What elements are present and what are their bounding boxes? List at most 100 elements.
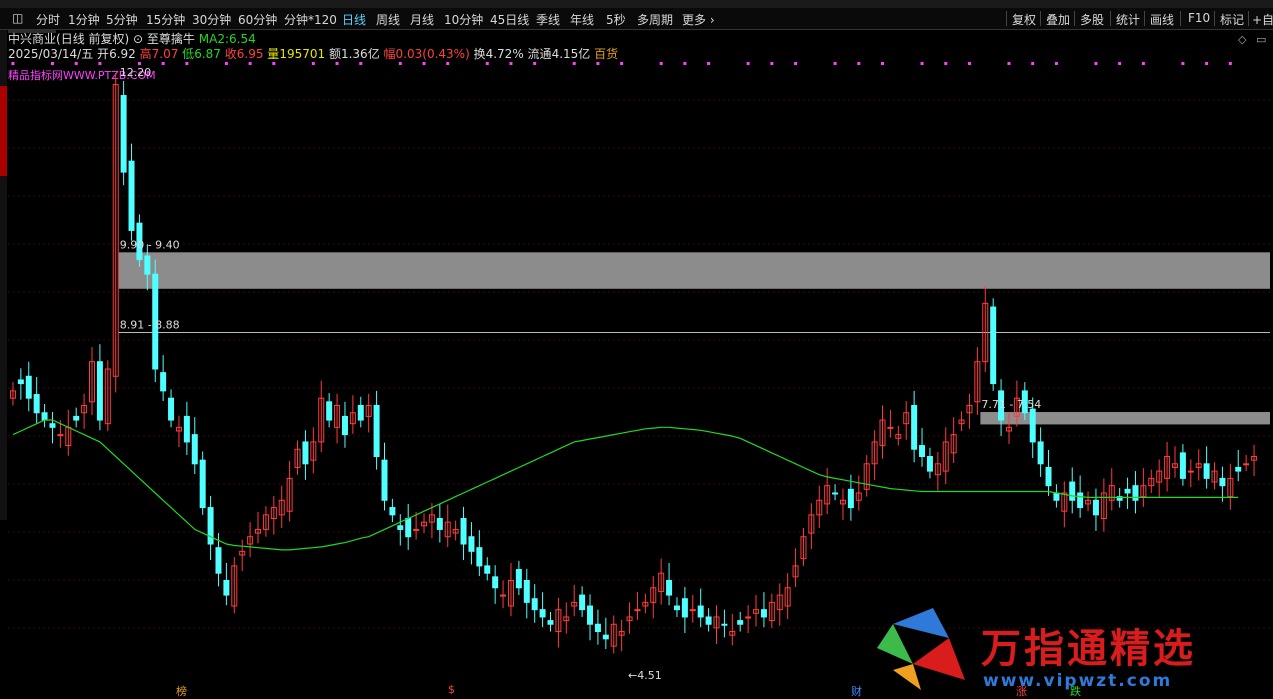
candle-body xyxy=(602,634,609,640)
zone3-label: 7.71 - 7.54 xyxy=(981,398,1041,411)
candle-body xyxy=(33,394,40,414)
candle-body xyxy=(1243,463,1250,466)
signal-dot xyxy=(50,62,54,65)
signal-dot xyxy=(335,62,339,65)
candle-body xyxy=(17,379,24,385)
signal-dot xyxy=(248,62,252,65)
candle-body xyxy=(531,598,538,611)
signal-dot xyxy=(485,62,489,65)
candle-body xyxy=(1235,466,1242,472)
candle-body xyxy=(579,594,586,611)
candle-body xyxy=(484,565,491,574)
candle-body xyxy=(539,609,546,618)
candle-body xyxy=(594,623,601,633)
zone2-label: 8.91 - 8.88 xyxy=(120,319,180,332)
candle-body xyxy=(96,361,103,421)
candle-body xyxy=(128,160,135,231)
candle-body xyxy=(476,547,483,567)
candle-body xyxy=(302,441,309,465)
signal-dot xyxy=(881,62,885,65)
candle-body xyxy=(919,445,926,458)
signal-dot xyxy=(74,62,78,65)
candle-body xyxy=(1029,408,1036,443)
candle-body xyxy=(697,605,704,618)
signal-dot xyxy=(161,62,165,65)
candle-body xyxy=(745,616,752,619)
candle-body xyxy=(397,525,404,530)
resistance-zone xyxy=(980,412,1270,425)
signal-dot xyxy=(137,62,141,65)
candle-body xyxy=(168,397,175,421)
bottom-label-finance: 财 xyxy=(851,685,862,698)
candle-body xyxy=(737,620,744,625)
high-price-label: 12.20 xyxy=(120,66,152,79)
signal-dot xyxy=(446,62,450,65)
signal-dot xyxy=(920,62,924,65)
candle-body xyxy=(634,609,641,612)
signal-dot xyxy=(398,62,402,65)
signal-dot xyxy=(857,62,861,65)
watermark-title: 万指通精选 xyxy=(981,626,1196,672)
candle-body xyxy=(911,404,918,450)
signal-dot xyxy=(596,62,600,65)
signal-dot xyxy=(620,62,624,65)
kline-chart[interactable]: 12.20 9.90 - 9.40 8.91 - 8.88 7.71 - 7.54 ←4… xyxy=(0,0,1273,698)
candle-body xyxy=(1053,492,1060,501)
candle-body xyxy=(405,518,412,538)
candle-body xyxy=(373,404,380,458)
candle-body xyxy=(25,375,32,399)
candle-body xyxy=(1045,466,1052,487)
candle-body xyxy=(760,609,767,618)
candle-body xyxy=(357,404,364,421)
candle-body xyxy=(500,594,507,597)
candle-body xyxy=(1037,441,1044,465)
signal-dot xyxy=(185,62,189,65)
signal-dot xyxy=(1118,62,1122,65)
watermark-logo-icon xyxy=(877,608,965,690)
signal-dot xyxy=(683,62,687,65)
candle-body xyxy=(1203,463,1210,479)
signal-dot xyxy=(944,62,948,65)
signal-dot xyxy=(770,62,774,65)
zone1-label: 9.90 - 9.40 xyxy=(120,238,180,251)
candle-body xyxy=(191,434,198,465)
candle-body xyxy=(1187,470,1194,473)
signal-dot xyxy=(967,62,971,65)
signal-dot xyxy=(224,62,228,65)
signal-dot xyxy=(509,62,513,65)
candle-body xyxy=(1124,488,1131,494)
signal-dot xyxy=(1205,62,1209,65)
candle-body xyxy=(183,415,190,443)
candle-body xyxy=(1219,477,1226,487)
watermark-url: www.vipwzt.com xyxy=(983,671,1173,691)
signal-dot xyxy=(746,62,750,65)
candle-body xyxy=(673,605,680,611)
candle-body xyxy=(49,423,56,428)
candle-body xyxy=(207,507,214,545)
candle-body xyxy=(199,459,206,509)
candle-body xyxy=(326,401,333,421)
signal-dot xyxy=(311,62,315,65)
candle-body xyxy=(41,412,48,421)
candle-body xyxy=(436,518,443,530)
candle-body xyxy=(1077,492,1084,509)
signal-dot xyxy=(572,62,576,65)
signal-dot xyxy=(1094,62,1098,65)
candle-body xyxy=(832,492,839,495)
signal-dot xyxy=(1228,62,1232,65)
candle-body xyxy=(887,426,894,429)
signal-dot xyxy=(794,62,798,65)
candle-body xyxy=(144,255,151,275)
signal-dot xyxy=(533,62,537,65)
candle-body xyxy=(681,598,688,618)
candle-body xyxy=(1069,481,1076,501)
candle-body xyxy=(468,536,475,552)
candle-body xyxy=(587,605,594,625)
signal-dot xyxy=(272,62,276,65)
candle-body xyxy=(990,306,997,385)
candle-body xyxy=(705,616,712,625)
candle-body xyxy=(223,579,230,596)
candle-body xyxy=(460,518,467,545)
candle-body xyxy=(1132,485,1139,501)
signal-dot xyxy=(1054,62,1058,65)
